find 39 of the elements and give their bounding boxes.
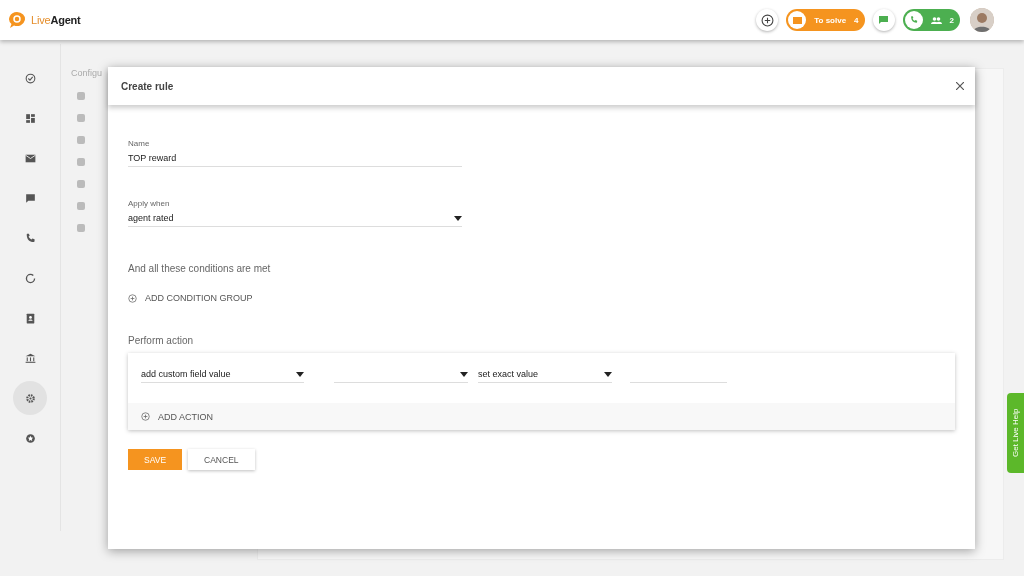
- caret-icon: [296, 371, 304, 377]
- caret-icon: [460, 371, 468, 377]
- add-icon: [760, 13, 774, 27]
- caret-icon: [454, 215, 462, 221]
- nav-item[interactable]: [13, 381, 47, 415]
- close-button[interactable]: [954, 80, 966, 92]
- name-field[interactable]: Name TOP reward: [128, 139, 462, 167]
- phone-icon: [908, 15, 919, 25]
- chat-icon: [23, 191, 37, 205]
- add-condition-group-link[interactable]: ADD CONDITION GROUP: [128, 293, 955, 303]
- caret-icon: [604, 371, 612, 377]
- check-circle-icon: [23, 71, 37, 85]
- chat-icon: [879, 16, 889, 24]
- settings-icon: [23, 391, 37, 405]
- logo-icon: [8, 11, 28, 29]
- add-icon: [128, 293, 137, 303]
- chat-button[interactable]: [872, 9, 895, 31]
- section-heading: And all these conditions are met: [128, 263, 272, 274]
- add-action-link[interactable]: ADD ACTION: [141, 411, 213, 422]
- dashboard-icon: [23, 111, 37, 125]
- avatar[interactable]: [970, 8, 994, 32]
- close-icon: [956, 82, 964, 90]
- dialog-title: Create rule: [121, 80, 174, 92]
- cancel-button[interactable]: CANCEL: [188, 449, 255, 470]
- brand-name: LiveAgent: [31, 14, 81, 26]
- panel-heading: Configu: [71, 68, 104, 78]
- bank-icon: [23, 351, 37, 365]
- ring-icon: [23, 271, 37, 285]
- dropdown[interactable]: add custom field value: [141, 367, 304, 383]
- people-icon: [930, 16, 942, 24]
- apply-when-select[interactable]: Apply when agent rated: [128, 199, 462, 227]
- field-value: agent rated: [128, 213, 174, 223]
- field-label: Apply when: [128, 199, 171, 208]
- field-value: TOP reward: [128, 153, 177, 163]
- dropdown[interactable]: set exact value: [478, 367, 612, 383]
- field-label: Name: [128, 139, 151, 148]
- add-button[interactable]: [756, 9, 779, 31]
- add-icon: [141, 412, 150, 421]
- section-heading: Perform action: [128, 335, 195, 346]
